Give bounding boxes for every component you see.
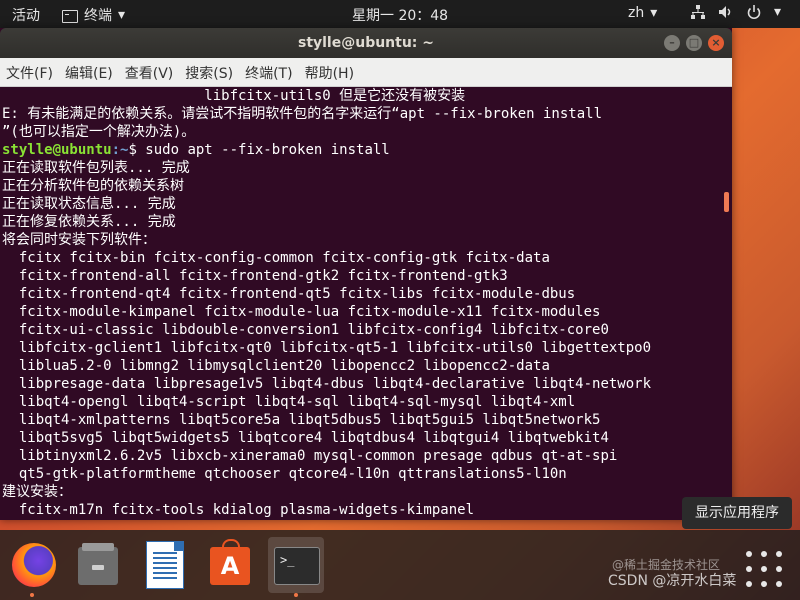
terminal-line: libfcitx-gclient1 libfcitx-qt0 libfcitx-… <box>2 340 652 356</box>
menu-file[interactable]: 文件(F) <box>6 63 53 83</box>
scrollbar-thumb[interactable] <box>724 192 729 212</box>
dock-writer[interactable] <box>136 537 192 593</box>
terminal-line: libqt5svg5 libqt5widgets5 libqtcore4 lib… <box>2 430 609 446</box>
terminal-line: 将会同时安装下列软件： <box>2 232 156 248</box>
terminal-line: libqt4-xmlpatterns libqt5core5a libqt5db… <box>2 412 601 428</box>
terminal-line: libqt4-opengl libqt4-script libqt4-sql l… <box>2 394 576 410</box>
menu-edit[interactable]: 编辑(E) <box>65 63 113 83</box>
terminal-line: fcitx-ui-classic libdouble-conversion1 l… <box>2 322 609 338</box>
terminal-line: qt5-gtk-platformtheme qtchooser qtcore4-… <box>2 466 567 482</box>
activities-button[interactable]: 活动 <box>12 5 40 25</box>
app-menu-label: 终端 <box>84 8 112 24</box>
window-title: stylle@ubuntu: ~ <box>297 35 435 51</box>
terminal-line: ”(也可以指定一个解决办法)。 <box>2 124 196 140</box>
terminal-line: 正在读取软件包列表... 完成 <box>2 160 190 176</box>
watermark-csdn: CSDN @凉开水白菜 <box>608 573 737 589</box>
menu-terminal[interactable]: 终端(T) <box>245 63 292 83</box>
language-label: zh <box>628 5 645 21</box>
dock-files[interactable] <box>70 537 126 593</box>
scrollbar[interactable] <box>722 87 732 520</box>
terminal-line: liblua5.2-0 libmng2 libmysqlclient20 lib… <box>2 358 550 374</box>
files-icon <box>78 543 118 585</box>
volume-icon <box>719 6 731 18</box>
show-applications-button[interactable] <box>738 541 790 593</box>
terminal-line: fcitx-frontend-qt4 fcitx-frontend-qt5 fc… <box>2 286 576 302</box>
terminal-line: fcitx fcitx-bin fcitx-config-common fcit… <box>2 250 550 266</box>
prompt-path: :~ <box>111 142 129 158</box>
terminal-line: 建议安装： <box>2 484 72 500</box>
menu-search[interactable]: 搜索(S) <box>185 63 233 83</box>
minimize-button[interactable]: – <box>664 35 680 51</box>
software-icon: A <box>210 539 250 585</box>
clock[interactable]: 星期一 20：48 <box>352 5 448 25</box>
terminal-line: libtinyxml2.6.2v5 libxcb-xinerama0 mysql… <box>2 448 618 464</box>
terminal-icon: >_ <box>274 547 320 585</box>
menu-bar: 文件(F) 编辑(E) 查看(V) 搜索(S) 终端(T) 帮助(H) <box>0 58 732 87</box>
terminal-line: libfcitx-utils0 但是它还没有被安装 <box>2 88 466 104</box>
writer-icon <box>146 541 184 589</box>
show-applications-tooltip: 显示应用程序 <box>682 497 792 529</box>
firefox-icon <box>12 543 56 587</box>
terminal-line: stylle@ubuntu:~$ sudo apt --fix-broken i… <box>2 141 720 159</box>
maximize-button[interactable]: □ <box>686 35 702 51</box>
terminal-icon <box>62 9 78 23</box>
chevron-down-icon: ▾ <box>118 7 126 23</box>
menu-view[interactable]: 查看(V) <box>125 63 174 83</box>
power-icon <box>747 5 761 20</box>
input-language-indicator[interactable]: zh ▾ <box>628 5 657 21</box>
prompt-user-host: stylle@ubuntu <box>2 142 112 158</box>
window-titlebar[interactable]: stylle@ubuntu: ~ – □ × <box>0 28 732 58</box>
chevron-down-icon: ▾ <box>774 4 782 20</box>
terminal-line: 正在读取状态信息... 完成 <box>2 196 176 212</box>
chevron-down-icon: ▾ <box>650 5 658 21</box>
terminal-line: fcitx-m17n fcitx-tools kdialog plasma-wi… <box>2 502 475 518</box>
running-indicator <box>30 593 34 597</box>
dock-terminal[interactable]: >_ <box>268 537 324 597</box>
dock-software[interactable]: A <box>202 537 258 593</box>
terminal-line: 正在分析软件包的依赖关系树 <box>2 178 184 194</box>
terminal-line: fcitx-module-kimpanel fcitx-module-lua f… <box>2 304 601 320</box>
close-button[interactable]: × <box>708 35 724 51</box>
terminal-window: stylle@ubuntu: ~ – □ × 文件(F) 编辑(E) 查看(V)… <box>0 28 732 520</box>
system-status-menu[interactable]: ▾ <box>690 4 781 20</box>
prompt-command: $ sudo apt --fix-broken install <box>128 142 390 158</box>
top-bar: 活动 终端 ▾ 星期一 20：48 zh ▾ ▾ <box>0 0 800 28</box>
running-indicator <box>294 593 298 597</box>
terminal-line: 正在修复依赖关系... 完成 <box>2 214 176 230</box>
terminal-output[interactable]: libfcitx-utils0 但是它还没有被安装 E: 有未能满足的依赖关系。请… <box>0 87 722 520</box>
terminal-line: libpresage-data libpresage1v5 libqt4-dbu… <box>2 376 652 392</box>
network-icon <box>691 5 705 19</box>
menu-help[interactable]: 帮助(H) <box>305 63 354 83</box>
app-menu[interactable]: 终端 ▾ <box>62 5 125 25</box>
terminal-line: E: 有未能满足的依赖关系。请尝试不指明软件包的名字来运行“apt --fix-… <box>2 106 603 122</box>
terminal-line: fcitx-frontend-all fcitx-frontend-gtk2 f… <box>2 268 508 284</box>
dock-firefox[interactable] <box>4 537 60 597</box>
